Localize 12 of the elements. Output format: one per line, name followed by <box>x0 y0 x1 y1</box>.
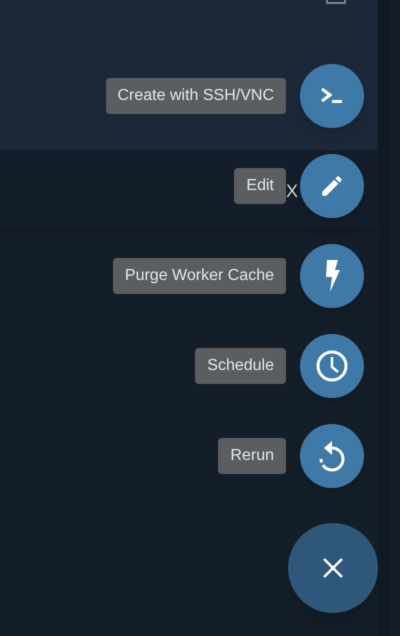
close-icon <box>322 557 344 579</box>
tooltip: Schedule <box>195 348 286 384</box>
terminal-icon <box>320 86 344 106</box>
row-text: X <box>286 180 298 200</box>
clock-icon <box>315 349 349 383</box>
tooltip: Edit <box>234 168 286 204</box>
tooltip: Rerun <box>218 438 286 474</box>
rerun-icon <box>317 439 347 473</box>
lightning-bolt-icon <box>324 260 340 292</box>
tooltip: Purge Worker Cache <box>112 258 286 294</box>
checkbox[interactable] <box>326 0 346 4</box>
tooltip: Create with SSH/VNC <box>106 78 286 114</box>
